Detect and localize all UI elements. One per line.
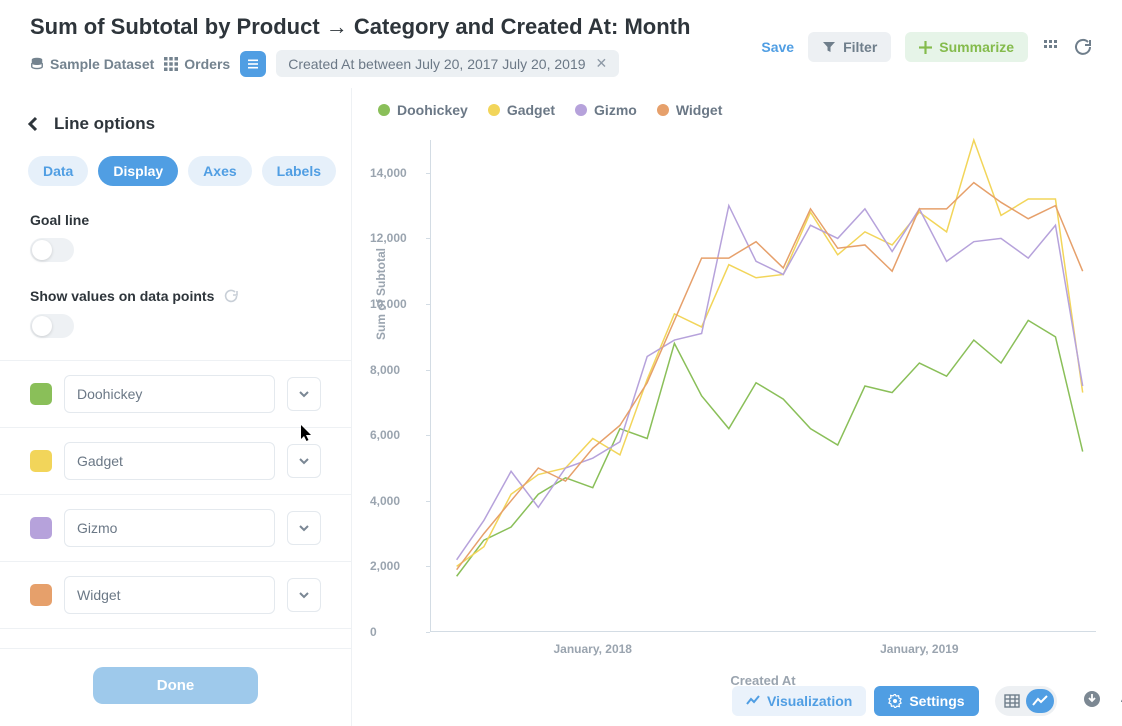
show-values-label: Show values on data points bbox=[30, 288, 321, 304]
y-axis-line bbox=[430, 140, 431, 632]
show-values-text: Show values on data points bbox=[30, 288, 214, 304]
plus-icon bbox=[919, 41, 932, 54]
tab-display[interactable]: Display bbox=[98, 156, 178, 186]
close-icon[interactable]: ✕ bbox=[596, 55, 608, 72]
dataset-label: Sample Dataset bbox=[50, 56, 154, 72]
chevron-down-icon bbox=[297, 387, 311, 401]
filter-button[interactable]: Filter bbox=[808, 32, 891, 62]
series-color-swatch[interactable] bbox=[30, 450, 52, 472]
legend-item[interactable]: Doohickey bbox=[378, 102, 468, 118]
filter-icon bbox=[822, 40, 836, 54]
table-label: Orders bbox=[184, 56, 230, 72]
settings-button[interactable]: Settings bbox=[874, 686, 978, 716]
series-line bbox=[457, 183, 1083, 570]
tab-axes[interactable]: Axes bbox=[188, 156, 251, 186]
bell-icon[interactable] bbox=[1119, 690, 1122, 713]
y-axis-label: Sum of Subtotal bbox=[374, 248, 388, 340]
visualization-label: Visualization bbox=[767, 693, 852, 709]
database-icon bbox=[30, 57, 44, 71]
legend-dot bbox=[575, 104, 587, 116]
reset-icon[interactable] bbox=[224, 289, 238, 303]
settings-label: Settings bbox=[909, 693, 964, 709]
legend-label: Gizmo bbox=[594, 102, 637, 118]
filter-pill-label: Created At between July 20, 2017 July 20… bbox=[288, 56, 585, 72]
panel-tabs: Data Display Axes Labels bbox=[0, 156, 351, 202]
series-color-swatch[interactable] bbox=[30, 584, 52, 606]
x-tick-label: January, 2018 bbox=[553, 642, 632, 656]
query-step-button[interactable] bbox=[240, 51, 266, 77]
settings-panel: Line options Data Display Axes Labels Go… bbox=[0, 88, 352, 726]
legend-dot bbox=[378, 104, 390, 116]
cursor-icon bbox=[300, 425, 314, 443]
gear-icon bbox=[888, 694, 902, 708]
y-tick-label: 4,000 bbox=[370, 494, 400, 508]
legend-dot bbox=[488, 104, 500, 116]
series-color-swatch[interactable] bbox=[30, 517, 52, 539]
y-tick-label: 2,000 bbox=[370, 559, 400, 573]
chevron-down-icon bbox=[297, 521, 311, 535]
summarize-button[interactable]: Summarize bbox=[905, 32, 1028, 62]
series-row: Gadget bbox=[0, 428, 351, 495]
legend-item[interactable]: Gadget bbox=[488, 102, 555, 118]
chart-view-icon[interactable] bbox=[1026, 689, 1054, 713]
show-values-toggle[interactable] bbox=[30, 314, 74, 338]
series-name-input[interactable]: Gadget bbox=[64, 442, 275, 480]
visualization-button[interactable]: Visualization bbox=[732, 686, 866, 716]
series-name-input[interactable]: Widget bbox=[64, 576, 275, 614]
y-tick-label: 10,000 bbox=[370, 297, 407, 311]
series-line bbox=[457, 320, 1083, 576]
chevron-down-icon bbox=[297, 588, 311, 602]
series-expand-button[interactable] bbox=[287, 578, 321, 612]
done-button[interactable]: Done bbox=[93, 667, 259, 704]
series-row: Gizmo bbox=[0, 495, 351, 562]
refresh-icon[interactable] bbox=[1074, 38, 1092, 56]
series-color-swatch[interactable] bbox=[30, 383, 52, 405]
filter-button-label: Filter bbox=[843, 39, 877, 55]
series-expand-button[interactable] bbox=[287, 511, 321, 545]
legend-label: Doohickey bbox=[397, 102, 468, 118]
series-expand-button[interactable] bbox=[287, 377, 321, 411]
tab-data[interactable]: Data bbox=[28, 156, 88, 186]
legend-label: Widget bbox=[676, 102, 723, 118]
tab-labels[interactable]: Labels bbox=[262, 156, 336, 186]
filter-pill[interactable]: Created At between July 20, 2017 July 20… bbox=[276, 50, 619, 77]
series-line bbox=[457, 206, 1083, 560]
series-name-input[interactable]: Gizmo bbox=[64, 509, 275, 547]
legend-dot bbox=[657, 104, 669, 116]
chevron-down-icon bbox=[297, 454, 311, 468]
series-name-input[interactable]: Doohickey bbox=[64, 375, 275, 413]
y-tick-label: 12,000 bbox=[370, 231, 407, 245]
table-token[interactable]: Orders bbox=[164, 56, 230, 72]
table-view-icon[interactable] bbox=[998, 689, 1026, 713]
x-axis-line bbox=[430, 631, 1096, 632]
series-list: Doohickey Gadget Gizmo Widget bbox=[0, 360, 351, 629]
summarize-button-label: Summarize bbox=[939, 39, 1014, 55]
series-row: Widget bbox=[0, 562, 351, 629]
grid-icon bbox=[164, 57, 178, 71]
chart-plot: Sum of Subtotal Created At 02,0004,0006,… bbox=[430, 140, 1096, 632]
chart-area: Doohickey Gadget Gizmo Widget Sum of Subtot… bbox=[352, 88, 1122, 726]
series-row: Doohickey bbox=[0, 361, 351, 428]
x-tick-label: January, 2019 bbox=[880, 642, 959, 656]
goal-line-label: Goal line bbox=[30, 212, 321, 228]
y-tick-label: 6,000 bbox=[370, 428, 400, 442]
goal-line-toggle[interactable] bbox=[30, 238, 74, 262]
line-chart-icon bbox=[746, 694, 760, 708]
legend-item[interactable]: Gizmo bbox=[575, 102, 637, 118]
y-tick-label: 0 bbox=[370, 625, 377, 639]
legend-item[interactable]: Widget bbox=[657, 102, 723, 118]
toolbar-more-icon[interactable] bbox=[1042, 38, 1060, 56]
chart-legend: Doohickey Gadget Gizmo Widget bbox=[370, 98, 1098, 126]
download-icon[interactable] bbox=[1083, 690, 1101, 713]
y-tick-label: 8,000 bbox=[370, 363, 400, 377]
series-expand-button[interactable] bbox=[287, 444, 321, 478]
save-link[interactable]: Save bbox=[761, 39, 794, 55]
y-tick-label: 14,000 bbox=[370, 166, 407, 180]
legend-label: Gadget bbox=[507, 102, 555, 118]
chevron-left-icon[interactable] bbox=[26, 115, 40, 133]
dataset-token[interactable]: Sample Dataset bbox=[30, 56, 154, 72]
view-mode-toggle[interactable] bbox=[995, 686, 1057, 716]
list-icon bbox=[246, 57, 260, 71]
panel-title: Line options bbox=[54, 114, 155, 134]
